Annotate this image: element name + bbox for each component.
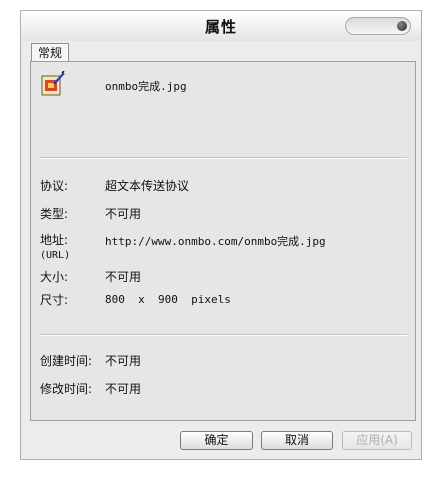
title-bar[interactable]: 属性: [21, 11, 421, 41]
protocol-value: 超文本传送协议: [105, 179, 190, 193]
created-label: 创建时间:: [40, 354, 93, 368]
protocol-label: 协议:: [40, 179, 69, 193]
tab-general[interactable]: 常规: [31, 43, 70, 62]
cancel-button[interactable]: 取消: [261, 431, 333, 450]
address-sublabel: (URL): [40, 250, 71, 261]
properties-window: 属性 常规 onmbo完成.jpg 协议: 超文本传送协议 类型: 不可用 地址…: [20, 10, 422, 460]
divider: [39, 334, 407, 336]
size-label: 大小:: [40, 270, 69, 284]
ok-button[interactable]: 确定: [180, 431, 253, 450]
apply-button[interactable]: 应用(A): [342, 431, 412, 450]
file-name: onmbo完成.jpg: [105, 80, 187, 93]
type-value: 不可用: [105, 207, 142, 221]
size-value: 不可用: [105, 270, 142, 284]
image-file-icon: [41, 71, 65, 96]
window-control-pill[interactable]: [345, 17, 411, 35]
divider: [39, 157, 407, 159]
address-label-text: 地址:: [40, 233, 69, 247]
address-value[interactable]: http://www.onmbo.com/onmbo完成.jpg: [105, 233, 326, 249]
created-value: 不可用: [105, 354, 142, 368]
general-panel: onmbo完成.jpg 协议: 超文本传送协议 类型: 不可用 地址: (URL…: [30, 61, 416, 421]
dimensions-value: 800 x 900 pixels: [105, 293, 231, 306]
close-knob-icon[interactable]: [397, 21, 407, 31]
modified-value: 不可用: [105, 382, 142, 396]
dimensions-label: 尺寸:: [40, 293, 69, 307]
address-label: 地址: (URL): [40, 231, 70, 261]
type-label: 类型:: [40, 207, 69, 221]
modified-label: 修改时间:: [40, 382, 93, 396]
